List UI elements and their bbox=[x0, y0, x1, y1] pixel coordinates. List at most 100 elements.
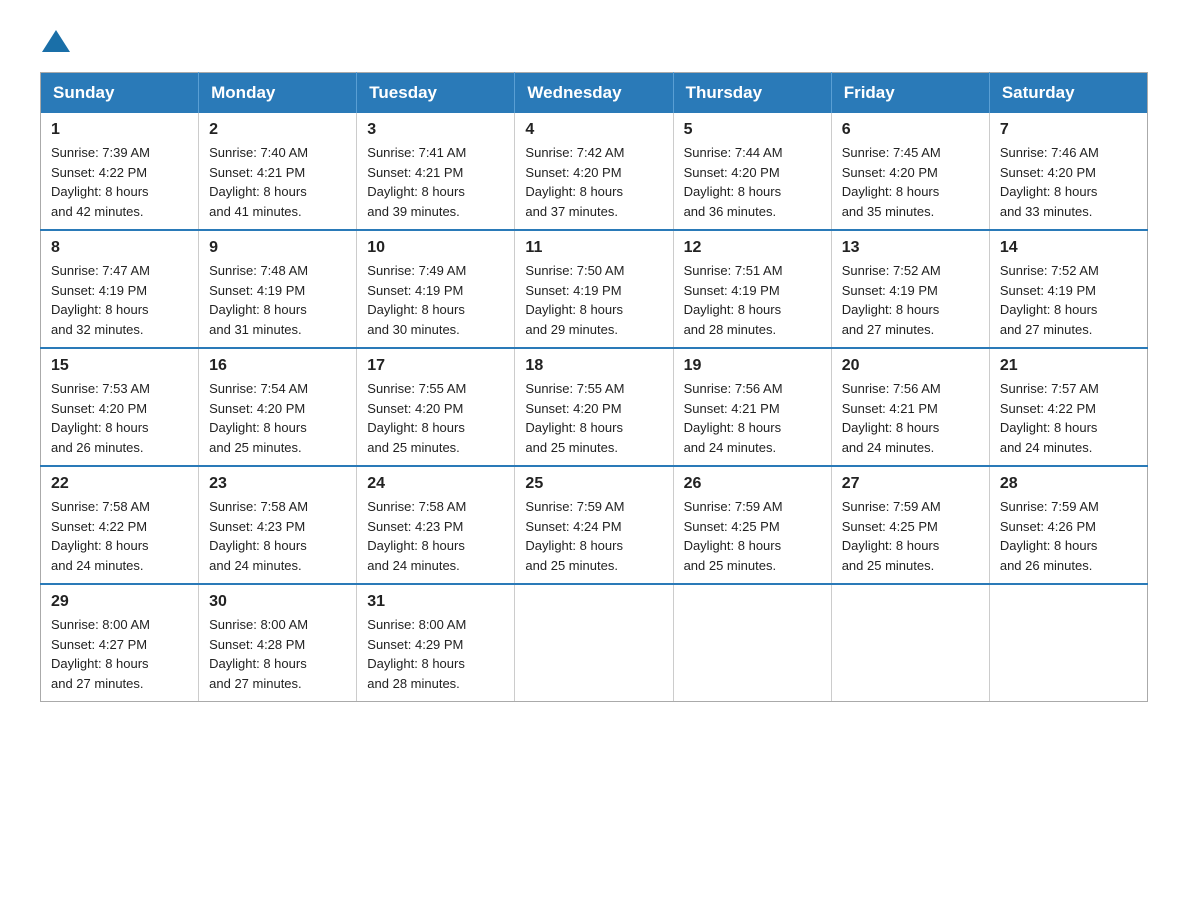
day-info: Sunrise: 7:57 AM Sunset: 4:22 PM Dayligh… bbox=[1000, 379, 1137, 457]
day-info: Sunrise: 7:51 AM Sunset: 4:19 PM Dayligh… bbox=[684, 261, 821, 339]
day-info: Sunrise: 7:56 AM Sunset: 4:21 PM Dayligh… bbox=[684, 379, 821, 457]
weekday-header-thursday: Thursday bbox=[673, 73, 831, 114]
calendar-cell: 11 Sunrise: 7:50 AM Sunset: 4:19 PM Dayl… bbox=[515, 230, 673, 348]
day-info: Sunrise: 7:53 AM Sunset: 4:20 PM Dayligh… bbox=[51, 379, 188, 457]
day-number: 30 bbox=[209, 593, 346, 611]
calendar-cell: 4 Sunrise: 7:42 AM Sunset: 4:20 PM Dayli… bbox=[515, 113, 673, 230]
day-info: Sunrise: 7:39 AM Sunset: 4:22 PM Dayligh… bbox=[51, 143, 188, 221]
calendar-cell: 21 Sunrise: 7:57 AM Sunset: 4:22 PM Dayl… bbox=[989, 348, 1147, 466]
day-number: 25 bbox=[525, 475, 662, 493]
day-number: 22 bbox=[51, 475, 188, 493]
calendar-cell bbox=[515, 584, 673, 702]
day-number: 6 bbox=[842, 121, 979, 139]
weekday-header-tuesday: Tuesday bbox=[357, 73, 515, 114]
calendar-cell: 30 Sunrise: 8:00 AM Sunset: 4:28 PM Dayl… bbox=[199, 584, 357, 702]
day-info: Sunrise: 8:00 AM Sunset: 4:29 PM Dayligh… bbox=[367, 615, 504, 693]
day-number: 29 bbox=[51, 593, 188, 611]
calendar-cell: 18 Sunrise: 7:55 AM Sunset: 4:20 PM Dayl… bbox=[515, 348, 673, 466]
day-number: 26 bbox=[684, 475, 821, 493]
day-info: Sunrise: 7:59 AM Sunset: 4:25 PM Dayligh… bbox=[842, 497, 979, 575]
day-number: 21 bbox=[1000, 357, 1137, 375]
day-number: 2 bbox=[209, 121, 346, 139]
calendar-cell: 16 Sunrise: 7:54 AM Sunset: 4:20 PM Dayl… bbox=[199, 348, 357, 466]
day-info: Sunrise: 7:45 AM Sunset: 4:20 PM Dayligh… bbox=[842, 143, 979, 221]
day-number: 27 bbox=[842, 475, 979, 493]
calendar-cell: 6 Sunrise: 7:45 AM Sunset: 4:20 PM Dayli… bbox=[831, 113, 989, 230]
day-number: 3 bbox=[367, 121, 504, 139]
weekday-header-row: SundayMondayTuesdayWednesdayThursdayFrid… bbox=[41, 73, 1148, 114]
day-info: Sunrise: 8:00 AM Sunset: 4:27 PM Dayligh… bbox=[51, 615, 188, 693]
day-info: Sunrise: 7:41 AM Sunset: 4:21 PM Dayligh… bbox=[367, 143, 504, 221]
day-info: Sunrise: 7:42 AM Sunset: 4:20 PM Dayligh… bbox=[525, 143, 662, 221]
calendar-week-row: 8 Sunrise: 7:47 AM Sunset: 4:19 PM Dayli… bbox=[41, 230, 1148, 348]
day-info: Sunrise: 7:49 AM Sunset: 4:19 PM Dayligh… bbox=[367, 261, 504, 339]
calendar-cell: 28 Sunrise: 7:59 AM Sunset: 4:26 PM Dayl… bbox=[989, 466, 1147, 584]
calendar-cell: 13 Sunrise: 7:52 AM Sunset: 4:19 PM Dayl… bbox=[831, 230, 989, 348]
calendar-cell: 31 Sunrise: 8:00 AM Sunset: 4:29 PM Dayl… bbox=[357, 584, 515, 702]
day-number: 19 bbox=[684, 357, 821, 375]
day-number: 28 bbox=[1000, 475, 1137, 493]
day-info: Sunrise: 7:50 AM Sunset: 4:19 PM Dayligh… bbox=[525, 261, 662, 339]
day-number: 24 bbox=[367, 475, 504, 493]
calendar-cell: 3 Sunrise: 7:41 AM Sunset: 4:21 PM Dayli… bbox=[357, 113, 515, 230]
calendar-table: SundayMondayTuesdayWednesdayThursdayFrid… bbox=[40, 72, 1148, 702]
day-info: Sunrise: 7:59 AM Sunset: 4:25 PM Dayligh… bbox=[684, 497, 821, 575]
calendar-cell bbox=[831, 584, 989, 702]
day-info: Sunrise: 7:40 AM Sunset: 4:21 PM Dayligh… bbox=[209, 143, 346, 221]
logo bbox=[40, 30, 72, 52]
day-number: 9 bbox=[209, 239, 346, 257]
day-info: Sunrise: 7:59 AM Sunset: 4:26 PM Dayligh… bbox=[1000, 497, 1137, 575]
page-header bbox=[40, 30, 1148, 52]
calendar-cell: 20 Sunrise: 7:56 AM Sunset: 4:21 PM Dayl… bbox=[831, 348, 989, 466]
day-number: 10 bbox=[367, 239, 504, 257]
calendar-cell: 9 Sunrise: 7:48 AM Sunset: 4:19 PM Dayli… bbox=[199, 230, 357, 348]
calendar-cell: 14 Sunrise: 7:52 AM Sunset: 4:19 PM Dayl… bbox=[989, 230, 1147, 348]
day-number: 8 bbox=[51, 239, 188, 257]
day-info: Sunrise: 7:48 AM Sunset: 4:19 PM Dayligh… bbox=[209, 261, 346, 339]
day-number: 18 bbox=[525, 357, 662, 375]
calendar-cell: 15 Sunrise: 7:53 AM Sunset: 4:20 PM Dayl… bbox=[41, 348, 199, 466]
day-info: Sunrise: 7:44 AM Sunset: 4:20 PM Dayligh… bbox=[684, 143, 821, 221]
day-number: 1 bbox=[51, 121, 188, 139]
day-info: Sunrise: 8:00 AM Sunset: 4:28 PM Dayligh… bbox=[209, 615, 346, 693]
calendar-week-row: 29 Sunrise: 8:00 AM Sunset: 4:27 PM Dayl… bbox=[41, 584, 1148, 702]
weekday-header-sunday: Sunday bbox=[41, 73, 199, 114]
weekday-header-saturday: Saturday bbox=[989, 73, 1147, 114]
calendar-cell: 25 Sunrise: 7:59 AM Sunset: 4:24 PM Dayl… bbox=[515, 466, 673, 584]
calendar-week-row: 1 Sunrise: 7:39 AM Sunset: 4:22 PM Dayli… bbox=[41, 113, 1148, 230]
day-info: Sunrise: 7:58 AM Sunset: 4:23 PM Dayligh… bbox=[209, 497, 346, 575]
calendar-cell bbox=[989, 584, 1147, 702]
day-number: 13 bbox=[842, 239, 979, 257]
calendar-cell: 17 Sunrise: 7:55 AM Sunset: 4:20 PM Dayl… bbox=[357, 348, 515, 466]
calendar-week-row: 15 Sunrise: 7:53 AM Sunset: 4:20 PM Dayl… bbox=[41, 348, 1148, 466]
day-info: Sunrise: 7:47 AM Sunset: 4:19 PM Dayligh… bbox=[51, 261, 188, 339]
day-info: Sunrise: 7:46 AM Sunset: 4:20 PM Dayligh… bbox=[1000, 143, 1137, 221]
day-info: Sunrise: 7:56 AM Sunset: 4:21 PM Dayligh… bbox=[842, 379, 979, 457]
day-info: Sunrise: 7:58 AM Sunset: 4:23 PM Dayligh… bbox=[367, 497, 504, 575]
day-info: Sunrise: 7:54 AM Sunset: 4:20 PM Dayligh… bbox=[209, 379, 346, 457]
day-number: 20 bbox=[842, 357, 979, 375]
day-number: 4 bbox=[525, 121, 662, 139]
day-number: 14 bbox=[1000, 239, 1137, 257]
day-info: Sunrise: 7:59 AM Sunset: 4:24 PM Dayligh… bbox=[525, 497, 662, 575]
day-number: 11 bbox=[525, 239, 662, 257]
day-number: 17 bbox=[367, 357, 504, 375]
calendar-cell bbox=[673, 584, 831, 702]
day-number: 5 bbox=[684, 121, 821, 139]
day-info: Sunrise: 7:55 AM Sunset: 4:20 PM Dayligh… bbox=[525, 379, 662, 457]
day-number: 23 bbox=[209, 475, 346, 493]
day-info: Sunrise: 7:58 AM Sunset: 4:22 PM Dayligh… bbox=[51, 497, 188, 575]
weekday-header-friday: Friday bbox=[831, 73, 989, 114]
calendar-cell: 23 Sunrise: 7:58 AM Sunset: 4:23 PM Dayl… bbox=[199, 466, 357, 584]
day-number: 16 bbox=[209, 357, 346, 375]
day-info: Sunrise: 7:52 AM Sunset: 4:19 PM Dayligh… bbox=[1000, 261, 1137, 339]
day-info: Sunrise: 7:52 AM Sunset: 4:19 PM Dayligh… bbox=[842, 261, 979, 339]
day-number: 7 bbox=[1000, 121, 1137, 139]
logo-area bbox=[40, 30, 72, 52]
calendar-cell: 5 Sunrise: 7:44 AM Sunset: 4:20 PM Dayli… bbox=[673, 113, 831, 230]
calendar-cell: 10 Sunrise: 7:49 AM Sunset: 4:19 PM Dayl… bbox=[357, 230, 515, 348]
day-info: Sunrise: 7:55 AM Sunset: 4:20 PM Dayligh… bbox=[367, 379, 504, 457]
calendar-cell: 24 Sunrise: 7:58 AM Sunset: 4:23 PM Dayl… bbox=[357, 466, 515, 584]
calendar-cell: 12 Sunrise: 7:51 AM Sunset: 4:19 PM Dayl… bbox=[673, 230, 831, 348]
day-number: 15 bbox=[51, 357, 188, 375]
